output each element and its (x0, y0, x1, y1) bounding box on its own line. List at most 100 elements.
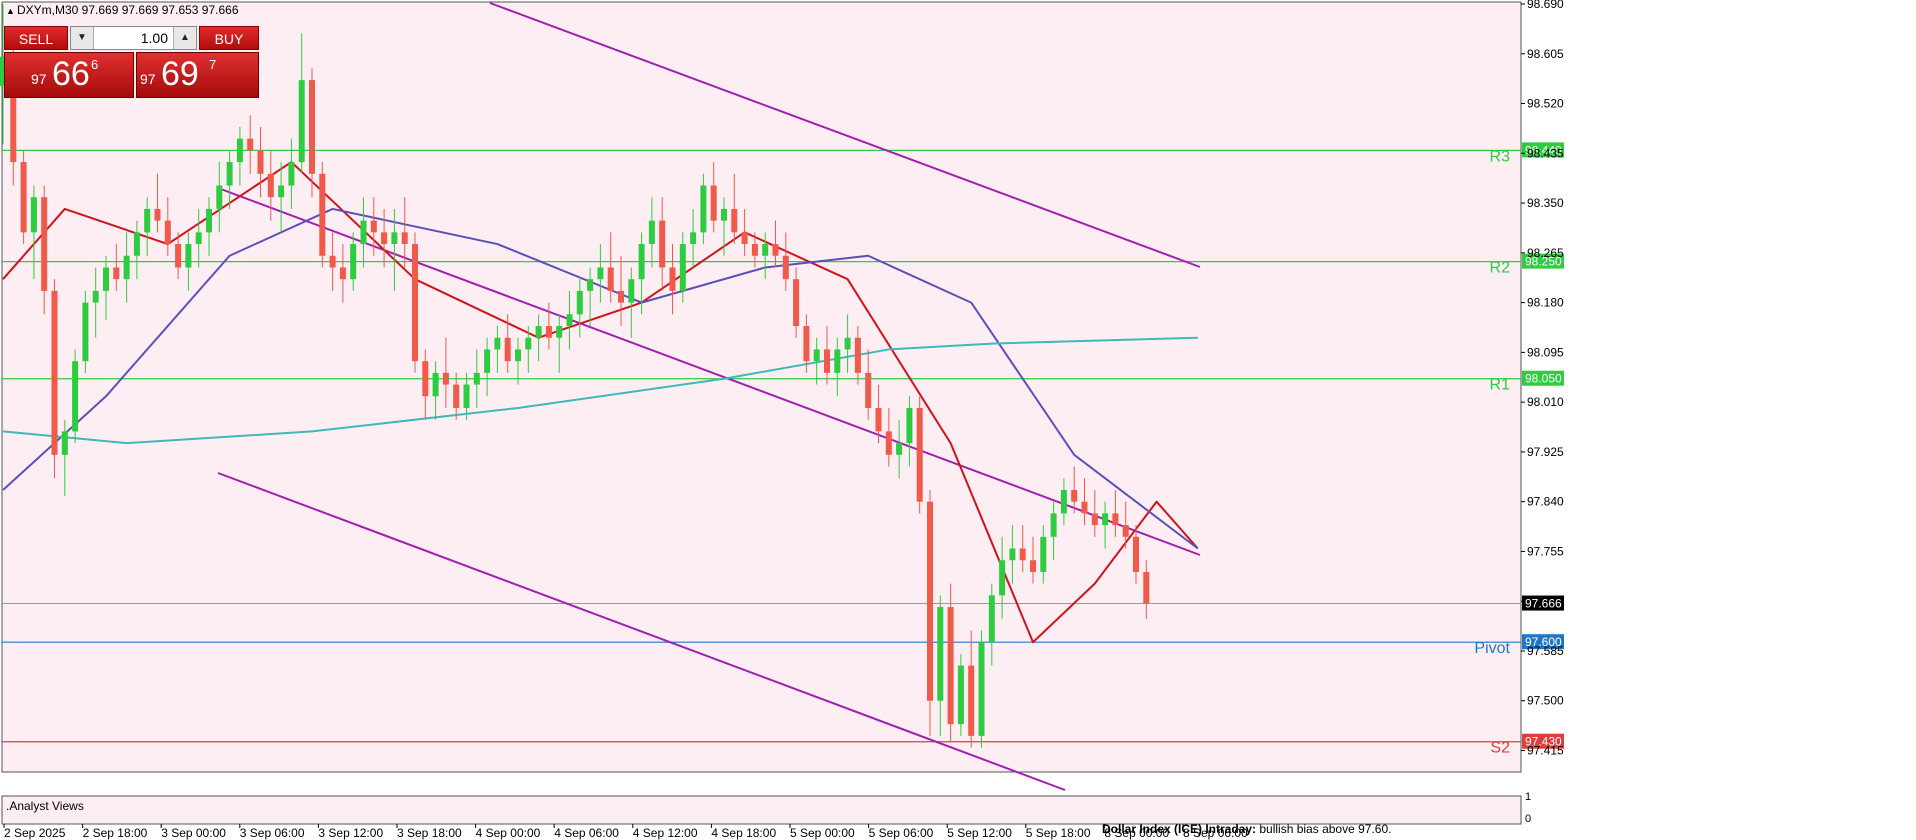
candle-body (144, 208, 151, 233)
candle-body (484, 349, 491, 373)
candle-body (257, 150, 264, 174)
symbol-header: DXYm,M30 97.669 97.669 97.653 97.666 (17, 3, 239, 17)
candle-body (597, 267, 604, 280)
candle-body (700, 185, 707, 233)
candle-body (30, 197, 37, 233)
candle-body (226, 162, 233, 186)
indicator-name: .Analyst Views (6, 799, 84, 813)
candle-body (494, 337, 501, 350)
analyst-note-title: Dollar Index (ICE) Intraday: (1102, 822, 1256, 836)
candle-body (648, 220, 655, 245)
candle-body (329, 255, 336, 268)
candle-body (515, 349, 521, 362)
x-tick-label: 4 Sep 06:00 (554, 826, 619, 840)
lot-size-input[interactable]: ▼ 1.00 ▲ (70, 26, 197, 50)
candle-body (401, 232, 408, 245)
candle-body (164, 220, 171, 245)
x-tick-label: 5 Sep 12:00 (947, 826, 1012, 840)
candle-body (896, 443, 903, 455)
candle-body (288, 162, 295, 186)
buy-price-big: 69 (161, 55, 199, 93)
candle-body (1040, 536, 1047, 572)
candle-body (61, 431, 68, 455)
candle-body (195, 232, 202, 245)
candle-body (854, 337, 861, 373)
candle-body (1019, 548, 1026, 561)
candle-body (1030, 560, 1036, 572)
y-tick-label: 98.605 (1527, 47, 1564, 61)
candle-body (453, 384, 460, 408)
candle-body (370, 220, 377, 233)
candle-body (1060, 489, 1067, 514)
x-tick-label: 3 Sep 12:00 (318, 826, 383, 840)
candle-body (638, 244, 645, 280)
y-tick-label: 97.925 (1527, 445, 1564, 459)
candle-body (422, 361, 429, 397)
candle-body (1143, 571, 1150, 604)
x-tick-label: 5 Sep 06:00 (869, 826, 934, 840)
buy-button[interactable]: BUY (199, 26, 259, 50)
x-tick-label: 3 Sep 18:00 (397, 826, 462, 840)
candle-body (185, 244, 192, 268)
candle-body (113, 267, 120, 280)
candle-body (669, 267, 676, 291)
candle-body (545, 326, 552, 338)
candle-body (206, 208, 212, 233)
y-tick-label: 98.435 (1527, 146, 1564, 160)
candle-body (937, 607, 944, 701)
candle-body (175, 244, 182, 268)
y-tick-label: 98.095 (1527, 345, 1564, 359)
y-tick-label: 97.840 (1527, 495, 1564, 509)
candle-body (319, 173, 326, 256)
candle-body (412, 244, 418, 362)
level-name-r2: R2 (1490, 260, 1511, 277)
buy-price-sup: 7 (209, 57, 217, 72)
x-tick-label: 4 Sep 00:00 (476, 826, 541, 840)
candle-body (504, 337, 511, 362)
lot-increase-icon[interactable]: ▲ (173, 27, 196, 49)
candle-body (391, 232, 398, 245)
candle-body (1050, 513, 1057, 537)
x-tick-label: 3 Sep 00:00 (161, 826, 226, 840)
candle-body (1112, 513, 1119, 526)
candle-body (103, 267, 109, 291)
candle-body (659, 220, 666, 268)
candle-body (710, 185, 717, 221)
candle-body (834, 349, 841, 373)
candle-body (607, 267, 614, 291)
buy-price-button[interactable]: 97 69 7 (136, 52, 259, 98)
sell-price-button[interactable]: 97 66 6 (4, 52, 134, 98)
candle-body (628, 279, 635, 303)
sell-button[interactable]: SELL (4, 26, 68, 50)
indicator-scale-top: 1 (1525, 791, 1531, 803)
candle-body (339, 267, 346, 280)
collapse-triangle-icon[interactable]: ▲ (6, 6, 15, 16)
candle-body (824, 349, 830, 373)
candle-body (618, 290, 624, 303)
y-tick-label: 98.520 (1527, 97, 1564, 111)
analyst-note: Dollar Index (ICE) Intraday: bullish bia… (1102, 822, 1391, 836)
analyst-note-text: bullish bias above 97.60. (1256, 822, 1391, 836)
main-plot-bg (2, 2, 1521, 772)
candle-body (1133, 536, 1139, 572)
candle-body (721, 208, 727, 221)
candle-body (309, 80, 315, 174)
candle-body (432, 372, 439, 397)
candle-body (999, 560, 1006, 596)
lot-size-value[interactable]: 1.00 (95, 27, 172, 49)
candle-body (679, 244, 686, 291)
candle-body (751, 244, 758, 256)
candle-body (278, 185, 285, 198)
candle-body (731, 208, 738, 233)
candle-body (978, 642, 985, 736)
candle-body (566, 314, 573, 327)
candle-body (123, 255, 130, 280)
candle-body (587, 279, 594, 291)
price-chart[interactable]: R3 98.440R2 98.250R1 98.050Pivot 97.600S2 97.… (0, 0, 1916, 840)
level-name-r3: R3 (1490, 148, 1511, 165)
lot-decrease-icon[interactable]: ▼ (71, 27, 94, 49)
level-name-r1: R1 (1490, 377, 1511, 394)
chart-window: { "header": { "symbol_line": "DXYm,M30 9… (0, 0, 1916, 840)
one-click-trading-panel: SELL ▼ 1.00 ▲ BUY 97 66 6 97 69 7 (4, 24, 259, 98)
candle-body (844, 337, 851, 350)
